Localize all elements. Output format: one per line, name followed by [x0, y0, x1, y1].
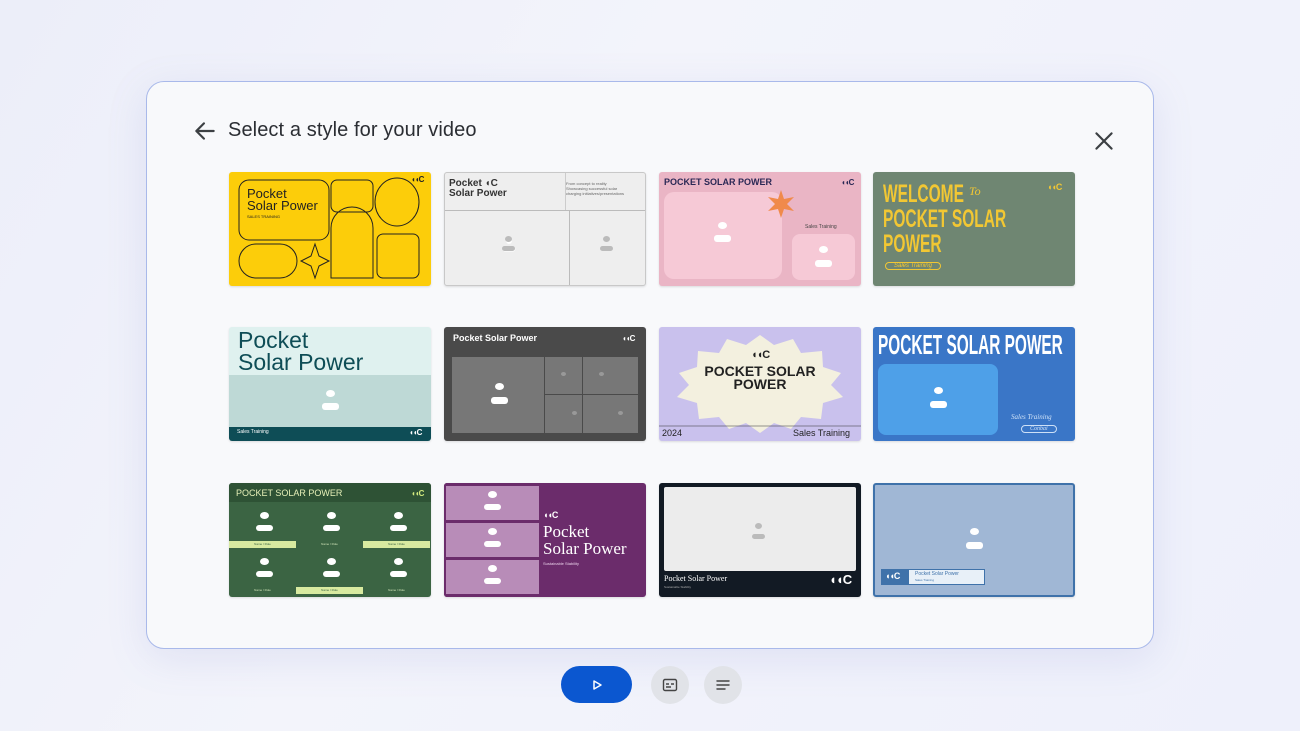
avatar-body [390, 525, 407, 531]
card2-body: From concept to reality Showcasing succe… [566, 181, 625, 196]
style-card-black[interactable]: Pocket Solar Power Sustainable Stability… [659, 483, 861, 597]
avatar-head [327, 512, 336, 519]
style-card-olive[interactable]: WELCOME To POCKET SOLAR POWER Sales Trai… [873, 172, 1075, 286]
style-card-blue[interactable]: POCKET SOLAR POWER Sales Training Conbai [873, 327, 1075, 441]
captions-button[interactable] [651, 666, 689, 704]
avatar-body [323, 571, 340, 577]
card3-sub: Sales Training [805, 224, 837, 230]
card12-logo: ◖◖C [885, 571, 900, 581]
style-card-pink[interactable]: POCKET SOLAR POWER ◖◖C Sales Training [659, 172, 861, 286]
card9-title: POCKET SOLAR POWER [236, 488, 343, 498]
back-arrow-icon[interactable] [192, 118, 218, 144]
card10-logo: ◖◖C [543, 510, 558, 520]
card11-logo: ◖◖C [829, 572, 852, 587]
card2-title: Pocket ◖C Solar Power [449, 178, 507, 199]
avatar-head [394, 512, 403, 519]
card6-title: Pocket Solar Power [453, 333, 538, 343]
style-card-lavender[interactable]: ◖◖C POCKET SOLAR POWER 2024 Sales Traini… [659, 327, 861, 441]
card10-title: Pocket Solar Power [543, 522, 627, 558]
name-role-label: Name / Role [229, 587, 296, 594]
star-icon [768, 190, 794, 218]
style-card-purple[interactable]: ◖◖C Pocket Solar Power Sustainable Stabi… [444, 483, 646, 597]
avatar-head [260, 558, 269, 565]
style-card-steel-blue[interactable]: ◖◖C Pocket Solar Power Sales Training [873, 483, 1075, 597]
card1-logo: ◖◖C [411, 175, 424, 184]
avatar-head [327, 558, 336, 565]
card8-sub: Sales Training [1011, 413, 1052, 421]
avatar-body [256, 571, 273, 577]
card12-title: Pocket Solar Power [915, 571, 959, 577]
avatar-head [260, 512, 269, 519]
avatar-body [256, 525, 273, 531]
card5-title: Pocket Solar Power [238, 327, 364, 375]
card8-sub2: Conbai [1021, 425, 1057, 433]
name-role-label: Name / Role [363, 541, 430, 548]
card3-logo: ◖◖C [841, 178, 854, 187]
card4-sub: Sales Training [885, 262, 941, 270]
card9-logo: ◖◖C [411, 489, 424, 498]
card3-title: POCKET SOLAR POWER [664, 177, 773, 187]
play-icon [592, 679, 602, 690]
dialog-title: Select a style for your video [228, 119, 477, 141]
name-role-label: Name / Role [296, 587, 363, 594]
card4-line3: POWER [883, 230, 942, 258]
card7-year: 2024 [662, 428, 683, 438]
card1-sub: SALES TRAINING [247, 214, 281, 219]
card11-title: Pocket Solar Power [664, 574, 728, 583]
card5-logo: ◖◖C [409, 428, 422, 437]
name-role-label: Name / Role [229, 541, 296, 548]
card10-sub: Sustainable Stability [543, 561, 580, 566]
card12-sub: Sales Training [915, 578, 935, 582]
card11-sub: Sustainable Stability [664, 585, 692, 589]
card1-title: Pocket Solar Power [247, 186, 318, 213]
play-button[interactable] [561, 666, 632, 703]
card6-logo: ◖◖C [622, 334, 635, 343]
transcript-button[interactable] [704, 666, 742, 704]
avatar-head [394, 558, 403, 565]
captions-icon [662, 678, 678, 692]
card7-sub: Sales Training [793, 428, 851, 438]
avatar-body [390, 571, 407, 577]
notes-icon [716, 680, 730, 690]
card4-to: To [969, 184, 981, 198]
style-card-mint[interactable]: Pocket Solar Power Sales Training ◖◖C [229, 327, 431, 441]
card7-title: POCKET SOLAR POWER [704, 363, 816, 392]
name-role-label: Name / Role [363, 587, 430, 594]
card5-foot: Sales Training [237, 429, 269, 435]
style-card-dark-grey[interactable]: Pocket Solar Power ◖◖C [444, 327, 646, 441]
style-card-green-grid[interactable]: POCKET SOLAR POWER ◖◖C Name / Role Name /… [229, 483, 431, 597]
avatar-body [323, 525, 340, 531]
style-card-grey-grid[interactable]: Pocket ◖C Solar Power From concept to re… [444, 172, 646, 286]
name-role-label: Name / Role [296, 541, 363, 548]
card7-logo: ◖◖C [751, 349, 770, 361]
close-icon[interactable] [1091, 128, 1117, 154]
card8-title: POCKET SOLAR POWER [878, 329, 1063, 360]
style-card-yellow[interactable]: Pocket Solar Power SALES TRAINING ◖◖C [229, 172, 431, 286]
card4-logo: ◖◖C [1047, 182, 1062, 192]
